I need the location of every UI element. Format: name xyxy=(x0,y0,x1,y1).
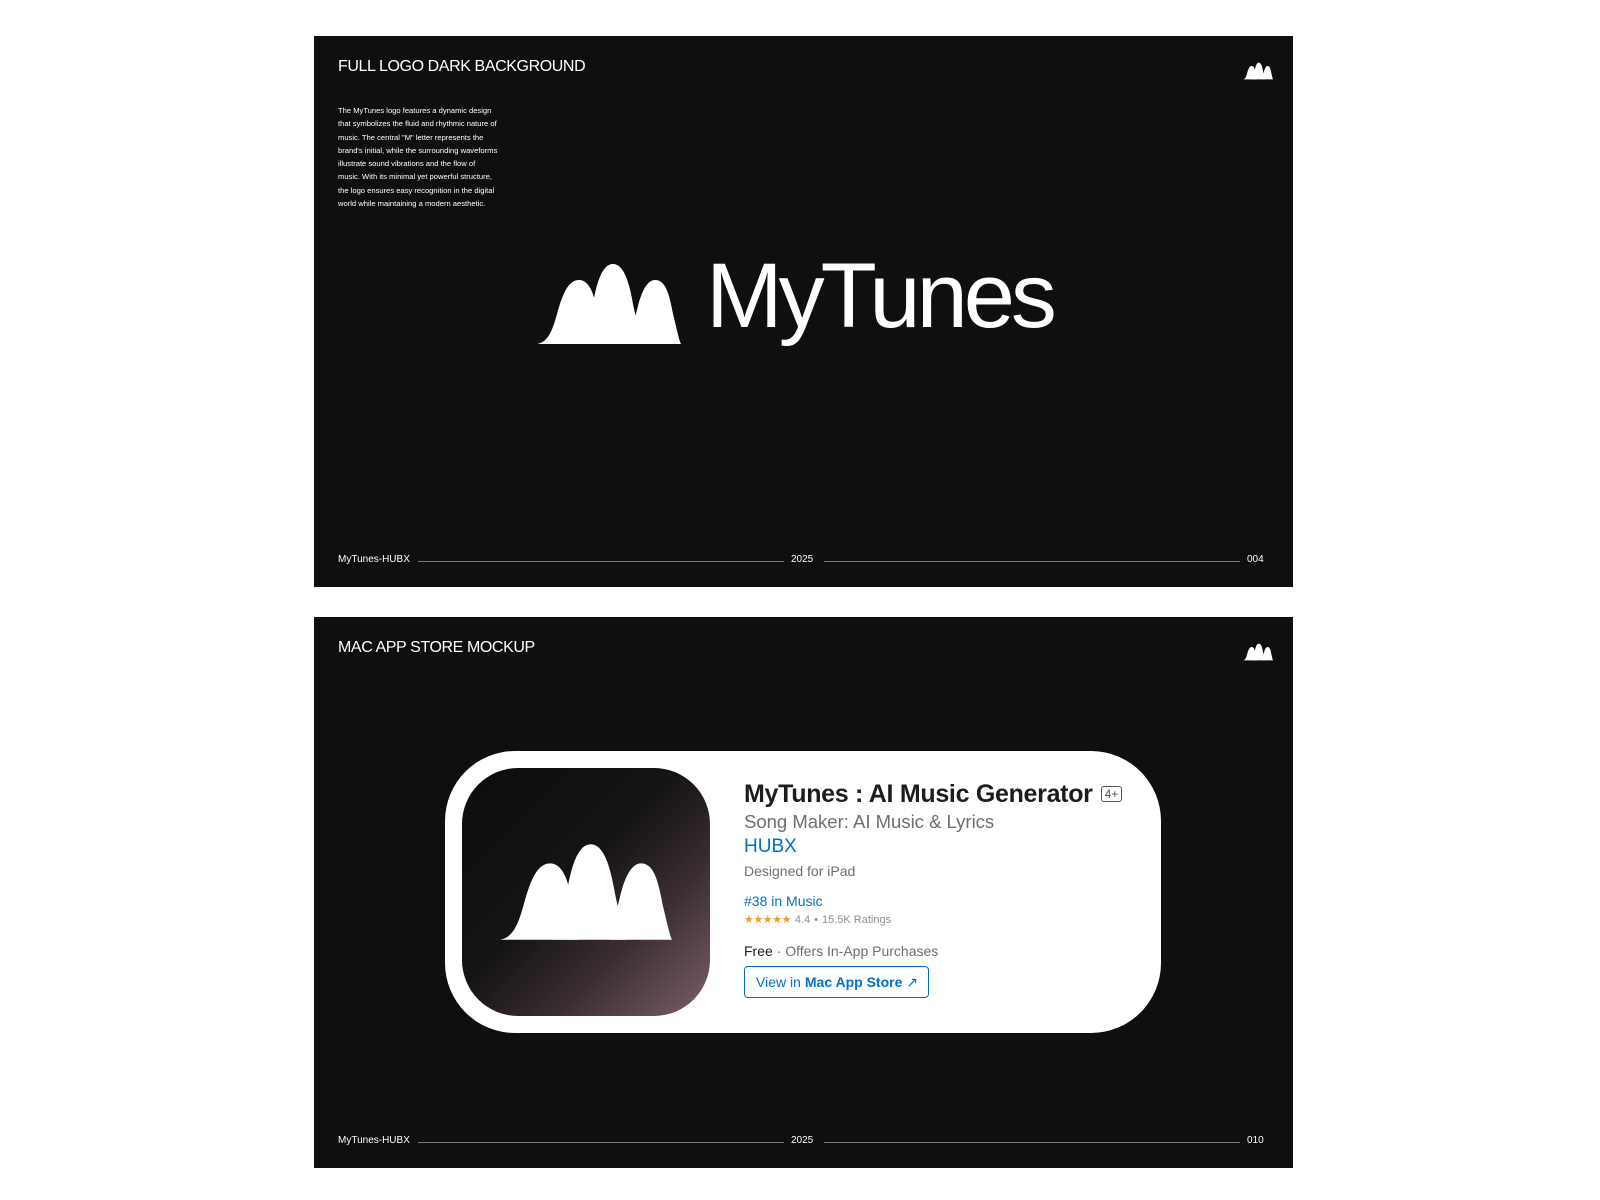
rating-separator: • xyxy=(814,913,818,926)
footer-brand: MyTunes-HUBX xyxy=(338,1135,410,1146)
slide-full-logo: FULL LOGO DARK BACKGROUND The MyTunes lo… xyxy=(314,36,1293,587)
age-rating-badge: 4+ xyxy=(1100,786,1123,802)
star-rating-icon: ★★★★★ xyxy=(744,914,791,926)
chart-rank-link[interactable]: #38 in Music xyxy=(744,893,1144,909)
developer-link[interactable]: HUBX xyxy=(744,836,1144,858)
footer-year: 2025 xyxy=(791,554,814,565)
price-separator: · xyxy=(776,943,782,959)
app-store-card: MyTunes : AI Music Generator 4+ Song Mak… xyxy=(445,751,1161,1033)
footer-divider xyxy=(418,1142,784,1143)
slide-title: FULL LOGO DARK BACKGROUND xyxy=(338,58,586,75)
price-row: Free · Offers In-App Purchases xyxy=(744,943,1144,959)
slide-title: MAC APP STORE MOCKUP xyxy=(338,639,535,656)
designed-for-label: Designed for iPad xyxy=(744,863,856,879)
price-label: Free xyxy=(744,943,773,959)
app-name: MyTunes : AI Music Generator xyxy=(744,779,1093,808)
button-store-name: Mac App Store xyxy=(804,974,903,990)
footer-divider xyxy=(824,561,1240,562)
footer-divider xyxy=(824,1142,1240,1143)
rating-value: 4.4 xyxy=(794,913,811,926)
page-number: 004 xyxy=(1247,554,1264,565)
mytunes-logo-icon xyxy=(537,264,681,344)
ratings-count: 15.5K Ratings xyxy=(821,913,892,926)
rating-row: ★★★★★ 4.4 • 15.5K Ratings xyxy=(744,913,1144,927)
footer-brand: MyTunes-HUBX xyxy=(338,554,410,565)
app-subtitle: Song Maker: AI Music & Lyrics xyxy=(744,811,995,832)
mytunes-logo-icon xyxy=(1243,643,1273,661)
in-app-purchases-label: Offers In-App Purchases xyxy=(785,943,939,959)
logo-description: The MyTunes logo features a dynamic desi… xyxy=(338,106,498,209)
app-icon[interactable] xyxy=(462,768,710,1016)
footer-year: 2025 xyxy=(791,1135,814,1146)
app-info: MyTunes : AI Music Generator 4+ Song Mak… xyxy=(744,779,1144,998)
button-prefix: View in xyxy=(756,974,801,990)
footer-divider xyxy=(418,561,784,562)
view-in-mac-app-store-button[interactable]: View in Mac App Store ↗ xyxy=(744,966,930,998)
mytunes-logo-icon xyxy=(500,844,672,940)
app-name-row: MyTunes : AI Music Generator 4+ xyxy=(744,779,1144,809)
slide-app-store-mockup: MAC APP STORE MOCKUP MyTunes : AI Music … xyxy=(314,617,1293,1168)
logo-wordmark: MyTunes xyxy=(706,245,1057,347)
page-number: 010 xyxy=(1247,1135,1264,1146)
external-link-arrow-icon: ↗ xyxy=(906,973,919,990)
mytunes-logo-icon xyxy=(1243,62,1273,80)
